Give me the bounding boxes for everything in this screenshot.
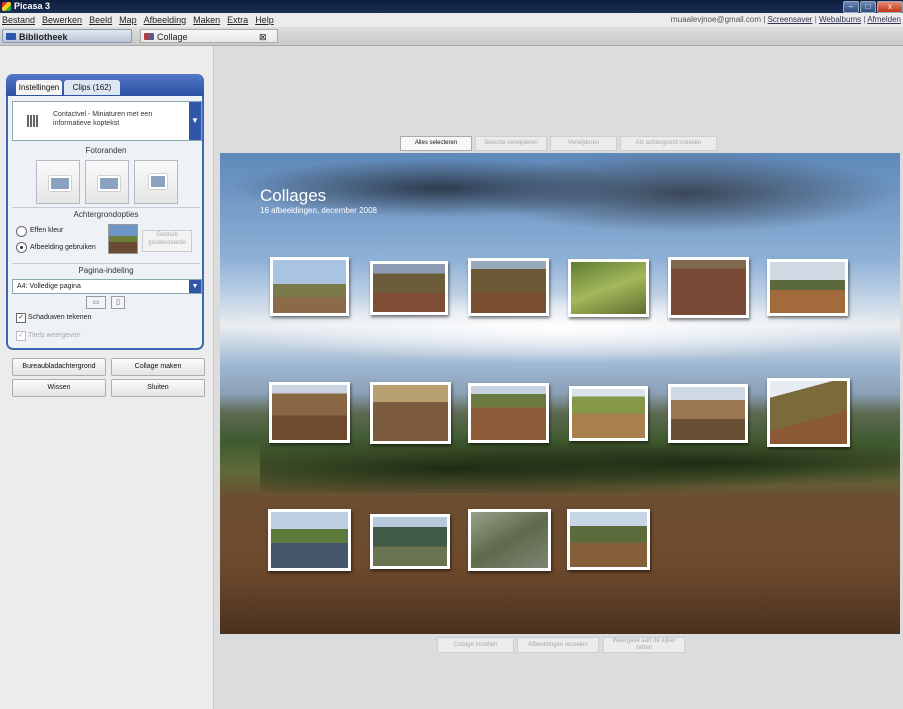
close-collage-button[interactable]: Sluiten bbox=[111, 379, 205, 397]
solid-color-label: Effen kleur bbox=[30, 227, 64, 234]
photo-icon bbox=[98, 176, 120, 191]
collage-subtitle: 16 afbeeldingen, december 2008 bbox=[260, 206, 377, 215]
menu-maken[interactable]: Maken bbox=[193, 15, 220, 25]
frame-white-border-button[interactable] bbox=[85, 160, 129, 204]
portrait-icon[interactable]: ▯ bbox=[111, 296, 125, 309]
title-bar: Picasa 3 – □ x bbox=[0, 0, 903, 13]
collage-photo[interactable] bbox=[767, 259, 848, 316]
minimize-button[interactable]: – bbox=[843, 1, 859, 13]
chevron-down-icon[interactable]: ▼ bbox=[189, 102, 201, 140]
menu-extra[interactable]: Extra bbox=[227, 15, 248, 25]
menu-bar: Bestand Bewerken Beeld Map Afbeelding Maken Ex… bbox=[0, 13, 903, 28]
signout-link[interactable]: Afmelden bbox=[867, 15, 901, 24]
divider bbox=[12, 207, 200, 208]
frame-polaroid-button[interactable] bbox=[134, 160, 178, 204]
window-title: Picasa 3 bbox=[14, 1, 51, 11]
collage-photo[interactable] bbox=[270, 257, 349, 316]
shuffle-images-button[interactable]: Afbeeldingen wisselen bbox=[517, 637, 599, 653]
collage-photo[interactable] bbox=[767, 378, 850, 447]
collage-photo[interactable] bbox=[468, 509, 551, 571]
collage-type-label: Contactvel - Miniaturen met een informat… bbox=[53, 111, 153, 127]
collage-settings-button[interactable]: Collage instellen bbox=[437, 637, 514, 653]
contact-sheet-icon bbox=[27, 115, 39, 127]
tab-collage[interactable]: Collage ⊠ bbox=[140, 29, 278, 43]
close-window-button[interactable]: x bbox=[877, 1, 903, 13]
menu-bewerken[interactable]: Bewerken bbox=[42, 15, 82, 25]
collage-photo[interactable] bbox=[468, 383, 549, 443]
account-email: rnuaalevjnoe@gmail.com bbox=[670, 15, 762, 24]
shadows-checkbox[interactable]: ✓ bbox=[16, 313, 26, 323]
desktop-background-button[interactable]: Bureaubladachtergrond bbox=[12, 358, 106, 376]
background-options-heading: Achtergrondopties bbox=[73, 210, 139, 219]
photo-icon bbox=[49, 176, 71, 191]
menu-beeld[interactable]: Beeld bbox=[89, 15, 112, 25]
panel-tabs: Instellingen Clips (162) bbox=[6, 74, 204, 96]
menu-bestand[interactable]: Bestand bbox=[2, 15, 35, 25]
set-as-background-button[interactable]: Als achtergrond instellen bbox=[620, 136, 717, 151]
menu-afbeelding[interactable]: Afbeelding bbox=[144, 15, 187, 25]
tab-library[interactable]: Bibliotheek bbox=[2, 29, 132, 43]
collage-photo[interactable] bbox=[468, 258, 549, 316]
tab-collage-label: Collage bbox=[157, 32, 188, 42]
collage-photo[interactable] bbox=[268, 509, 351, 571]
page-format-heading: Pagina-indeling bbox=[78, 266, 134, 275]
screensaver-link[interactable]: Screensaver bbox=[768, 15, 813, 24]
collage-icon bbox=[144, 33, 154, 40]
captions-label: Titels weergeven bbox=[28, 332, 81, 339]
collage-photo[interactable] bbox=[668, 384, 748, 443]
remove-selection-button[interactable]: Selectie verwijderen bbox=[475, 136, 547, 151]
menu-items: Bestand Bewerken Beeld Map Afbeelding Maken Ex… bbox=[2, 15, 281, 25]
account-links: rnuaalevjnoe@gmail.com | Screensaver | W… bbox=[670, 15, 901, 24]
collage-photo[interactable] bbox=[370, 514, 450, 569]
use-image-label: Afbeelding gebruiken bbox=[30, 244, 96, 251]
menu-map[interactable]: Map bbox=[119, 15, 137, 25]
collage-photo[interactable] bbox=[569, 386, 648, 441]
cloud-decoration bbox=[470, 153, 900, 233]
chevron-down-icon[interactable]: ▼ bbox=[189, 280, 201, 293]
collage-canvas[interactable]: Collages 16 afbeeldingen, december 2008 bbox=[220, 153, 900, 634]
webalbums-link[interactable]: Webalbums bbox=[819, 15, 861, 24]
shadows-label: Schaduwen tekenen bbox=[28, 314, 92, 321]
close-tab-icon[interactable]: ⊠ bbox=[259, 30, 267, 44]
landscape-icon[interactable]: ▭ bbox=[86, 296, 106, 309]
library-icon bbox=[6, 33, 16, 40]
picasa-app-icon bbox=[2, 2, 11, 11]
tab-bar: Bibliotheek Collage ⊠ bbox=[0, 27, 903, 46]
frame-none-button[interactable] bbox=[36, 160, 80, 204]
collage-photo[interactable] bbox=[370, 382, 451, 444]
page-format-value: A4: Volledige pagina bbox=[17, 283, 81, 290]
collage-title: Collages bbox=[260, 186, 327, 205]
collage-photo[interactable] bbox=[668, 257, 749, 318]
select-all-button[interactable]: Alles selecteren bbox=[400, 136, 472, 151]
divider bbox=[12, 263, 200, 264]
highlight-button[interactable]: Weergave aan de kijker zetten bbox=[603, 637, 685, 653]
collage-photo[interactable] bbox=[568, 259, 649, 317]
tab-clips[interactable]: Clips (162) bbox=[64, 80, 120, 95]
tab-library-label: Bibliotheek bbox=[19, 32, 68, 42]
make-collage-button[interactable]: Collage maken bbox=[111, 358, 205, 376]
delete-button[interactable]: Verwijderen bbox=[550, 136, 617, 151]
tab-settings[interactable]: Instellingen bbox=[16, 80, 62, 95]
page-format-select[interactable]: A4: Volledige pagina ▼ bbox=[12, 279, 202, 294]
menu-help[interactable]: Help bbox=[255, 15, 274, 25]
use-image-radio[interactable] bbox=[16, 242, 27, 253]
collage-photo[interactable] bbox=[269, 382, 350, 443]
collage-type-select[interactable]: Contactvel - Miniaturen met een informat… bbox=[12, 101, 202, 141]
captions-checkbox[interactable]: ✓ bbox=[16, 331, 26, 341]
collage-photo[interactable] bbox=[567, 509, 650, 570]
solid-color-radio[interactable] bbox=[16, 226, 27, 237]
use-selected-button[interactable]: Gebruik geselecteerde bbox=[142, 230, 192, 252]
maximize-button[interactable]: □ bbox=[860, 1, 876, 13]
clear-button[interactable]: Wissen bbox=[12, 379, 106, 397]
background-thumbnail[interactable] bbox=[108, 224, 138, 254]
polaroid-icon bbox=[149, 174, 167, 189]
frames-heading: Fotoranden bbox=[85, 146, 127, 155]
collage-photo[interactable] bbox=[370, 261, 448, 315]
